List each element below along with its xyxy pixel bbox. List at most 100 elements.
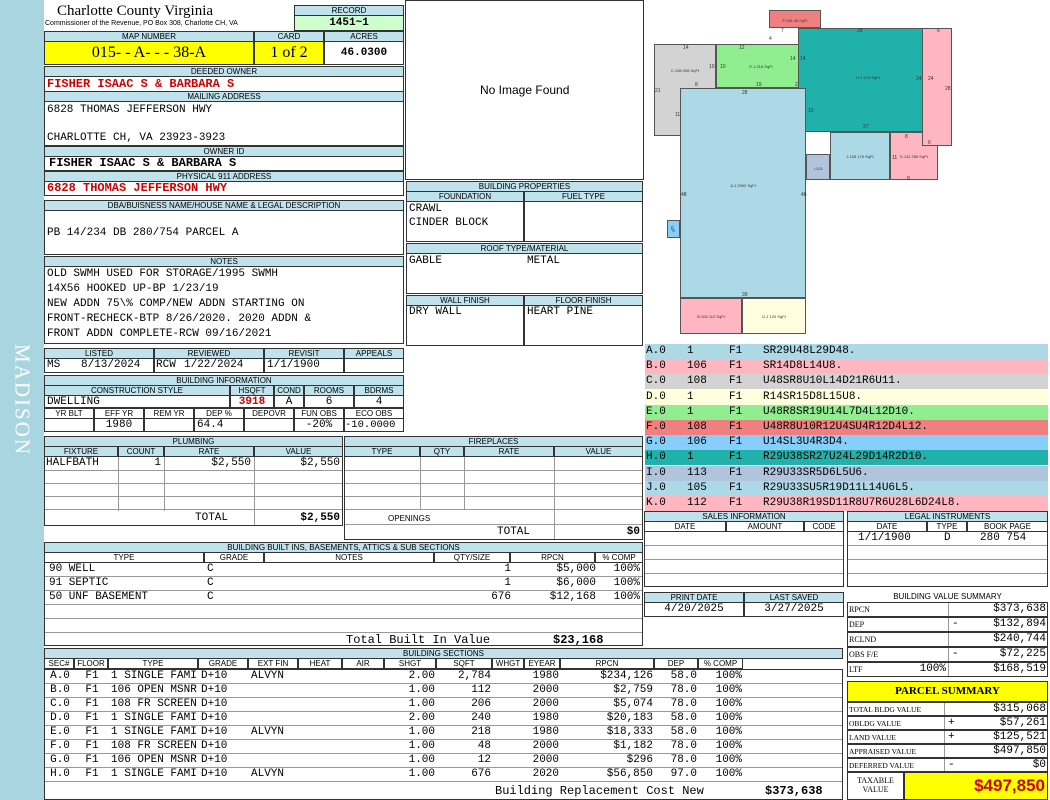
section-cell: F1 (85, 754, 99, 766)
bdrms-value: 4 (354, 395, 404, 408)
county-title: Charlotte County Virginia (57, 3, 214, 19)
section-cell: 1.00 (408, 768, 435, 780)
section-cell: 1 SINGLE FAMILY (111, 670, 197, 682)
section-cell: 1 SINGLE FAMILY (111, 726, 197, 738)
legend-row: D.0 1 F1 R14SR15D8L15U8. (645, 389, 1048, 405)
section-cell: $18,333 (606, 726, 653, 738)
legend-sec: I.0 (646, 466, 666, 479)
commissioner-address: Commissioner of the Revenue, PO Box 308,… (45, 20, 238, 27)
bi-comp: 100% (613, 591, 640, 603)
sections-table: A.0 F1 1 SINGLE FAMILY D+10 ALVYN 2.00 2,784 19… (44, 669, 843, 800)
legend-path: R29U38R19SD11R8U7R6U28L6D24L8. (763, 497, 962, 509)
ecoobs-value: -10.0000 (344, 418, 404, 432)
legend-code-num: 113 (687, 466, 707, 479)
section-cell: 2,784 (457, 670, 491, 682)
section-cell: 1.00 (408, 754, 435, 766)
legend-floor: F1 (729, 497, 743, 509)
fireplaces-total: $0 (626, 526, 640, 538)
replacement-cost: $373,638 (765, 784, 823, 798)
sketch-dimension: 2 (795, 82, 798, 88)
bi-qty: 1 (504, 563, 511, 575)
section-cell: D+10 (201, 726, 228, 738)
section-cell: 78.0 (670, 740, 697, 752)
section-cell: D+10 (201, 684, 228, 696)
hsqft-value: 3918 (230, 395, 274, 408)
section-cell: F1 (85, 726, 99, 738)
vs-name: RCLND (849, 635, 877, 644)
section-col-header: RPCN (560, 658, 654, 669)
legend-floor: F1 (729, 466, 743, 479)
legend-floor: F1 (729, 421, 743, 433)
section-col-header: HEAT (298, 658, 342, 669)
legend-sec: J.0 (646, 481, 666, 494)
print-date: 4/20/2025 (644, 602, 744, 617)
bi-rpcn: $6,000 (556, 577, 596, 589)
section-cell: 58.0 (670, 670, 697, 682)
ps-value: $57,261 (999, 717, 1046, 729)
legend-path: U48R8SR19U14L7D4L12D10. (763, 405, 915, 418)
mailing-address: 6828 THOMAS JEFFERSON HWY CHARLOTTE CH, … (44, 101, 404, 146)
ps-name: TOTAL BLDG VALUE (849, 705, 922, 714)
effyr-value: 1980 (94, 418, 144, 432)
sketch-dimension: 14 (800, 56, 806, 62)
sketch-dimension: 24 (928, 76, 934, 82)
sketch-dimension: 12 (739, 45, 745, 51)
notes-line: OLD SWMH USED FOR STORAGE/1995 SWMH (47, 268, 279, 280)
section-cell: 1 SINGLE FAMILY (111, 768, 197, 780)
sketch-dimension: 28 (945, 86, 951, 92)
listed-value: MS 8/13/2024 (44, 358, 154, 373)
legend-row: H.0 1 F1 R29U38SR27U24L29D14R2D10. (645, 450, 1048, 466)
legend-path: R14SR15D8L15U8. (763, 390, 863, 403)
plumbing-value: $2,550 (300, 457, 340, 469)
no-image-text: No Image Found (480, 83, 570, 97)
taxable-label-2: VALUE (862, 785, 889, 794)
section-cell: D+10 (201, 698, 228, 710)
section-cell: $5,074 (613, 698, 653, 710)
bi-comp: 100% (613, 563, 640, 575)
vs-value: $240,744 (993, 633, 1046, 645)
section-cell: $296 (626, 754, 653, 766)
dep-value: 64.4 (194, 418, 244, 432)
section-cell: 100% (715, 712, 742, 724)
parcel-summary-row: APPRAISED VALUE $497,850 (847, 744, 1048, 758)
foundation-box: CRAWL CINDER BLOCK (406, 201, 524, 242)
section-cell: F1 (85, 684, 99, 696)
legend-sec: G.0 (646, 436, 666, 449)
section-cell: D+10 (201, 754, 228, 766)
sketch-dimension: 10 (709, 64, 715, 70)
section-cell: G.0 (50, 754, 70, 766)
ps-value: $0 (1032, 759, 1046, 771)
ps-sign: + (948, 731, 955, 743)
legend-floor: F1 (729, 390, 743, 403)
vs-value: $168,519 (993, 663, 1046, 675)
section-cell: F1 (85, 670, 99, 682)
section-col-header: SEC# (44, 658, 74, 669)
legend-code-num: 1 (687, 345, 694, 357)
parcel-summary-row: DEFERRED VALUE - $0 (847, 758, 1048, 772)
bi-qty: 676 (491, 591, 511, 603)
plumbing-count: 1 (154, 457, 161, 469)
roof-box: GABLE METAL (406, 253, 643, 294)
section-cell: 1 SINGLE FAMILY (111, 712, 197, 724)
plumbing-table: HALFBATH 1 $2,550 $2,550 TOTAL $2,550 (44, 456, 343, 526)
legend-path: U48R8U10R12U4SU4R12D4L12. (763, 421, 929, 433)
ps-name: LAND VALUE (849, 733, 897, 742)
sketch-section-j: J.105 176 SqFt (830, 132, 890, 180)
section-cell: 100% (715, 670, 742, 682)
legend-path: U14SL3U4R3D4. (763, 436, 849, 449)
rooms-value: 6 (304, 395, 354, 408)
section-cell: 78.0 (670, 698, 697, 710)
legal-book: 280 754 (980, 532, 1027, 544)
section-cell: D+10 (201, 670, 228, 682)
card-value: 1 of 2 (254, 41, 324, 65)
legend-row: E.0 1 F1 U48R8SR19U14L7D4L12D10. (645, 404, 1048, 420)
mailing-line2: CHARLOTTE CH, VA 23923-3923 (47, 132, 226, 144)
legend-sec: D.0 (646, 390, 666, 403)
legend-row: J.0 105 F1 R29U33SU5R19D11L14U6L5. (645, 480, 1048, 496)
sketch-dimension: 21 (655, 88, 661, 94)
legend-path: SR14D8L14U8. (763, 360, 843, 373)
legend-sec: K.0 (646, 497, 666, 509)
vs-name: OBS F/E (849, 650, 879, 659)
section-cell: 1.00 (408, 684, 435, 696)
foundation-2: CINDER BLOCK (409, 217, 489, 229)
